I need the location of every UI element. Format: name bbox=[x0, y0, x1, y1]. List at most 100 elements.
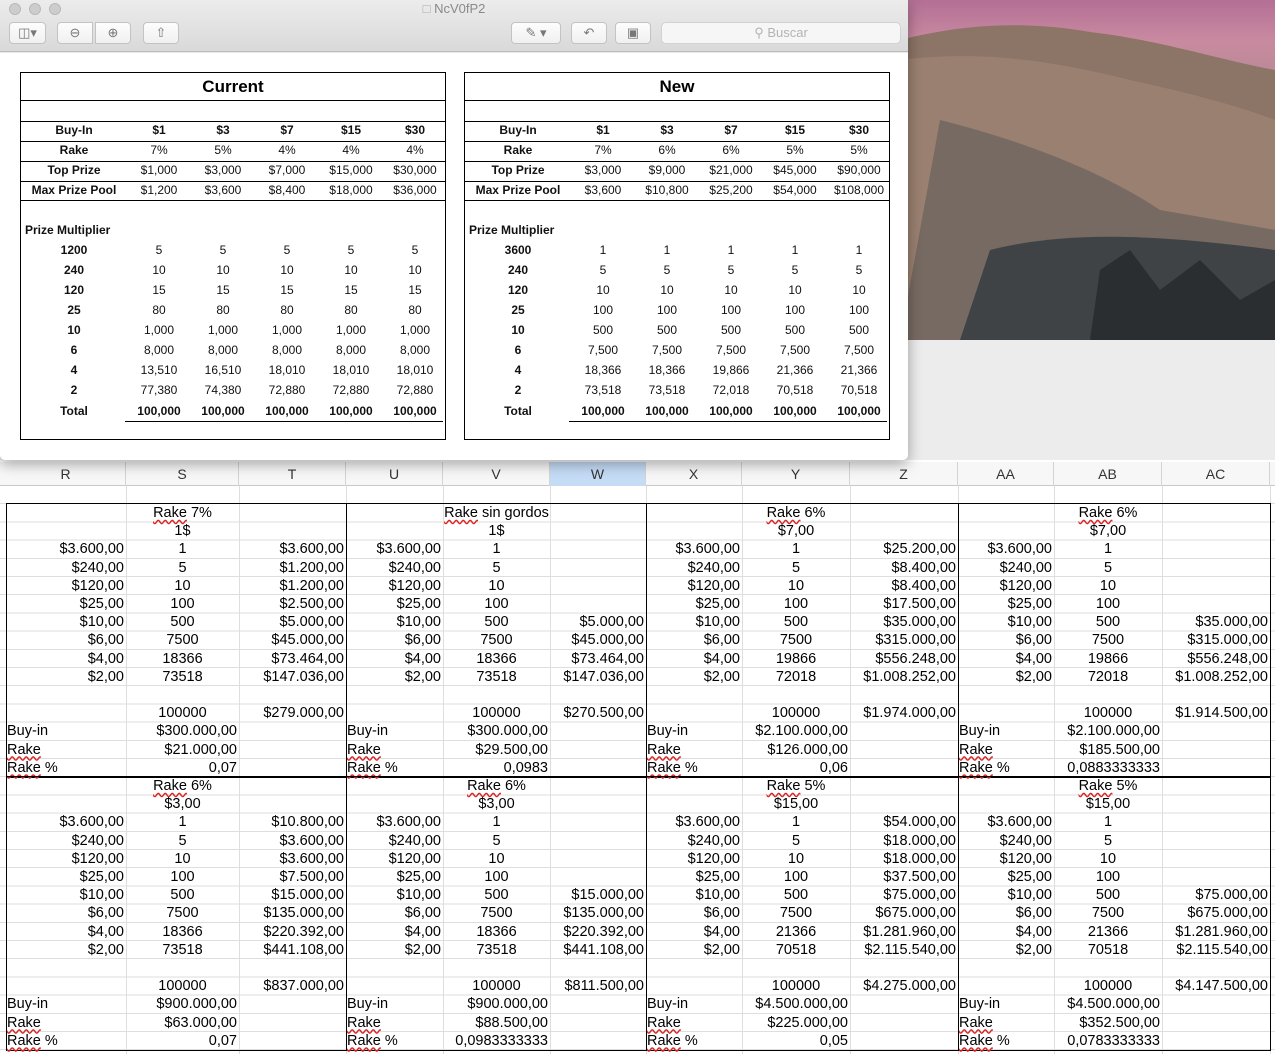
block-buyin: $15,00 bbox=[773, 796, 819, 813]
zoom-out-button[interactable]: ⊖ bbox=[57, 22, 93, 44]
table-cell: 5% bbox=[850, 143, 868, 157]
column-header-ab[interactable]: AB bbox=[1054, 462, 1162, 486]
multiplier-cell: 1,000 bbox=[399, 323, 431, 337]
title-word: Rake bbox=[766, 778, 801, 794]
multiplier-cell: 10 bbox=[408, 263, 422, 277]
zoom-in-button[interactable]: ⊕ bbox=[95, 22, 131, 44]
total-line bbox=[569, 421, 887, 422]
prize-value: $3.600,00 bbox=[675, 541, 740, 558]
winner-count: 10 bbox=[787, 850, 805, 867]
multiplier-cell: 500 bbox=[848, 323, 870, 337]
column-header-w[interactable]: W bbox=[550, 462, 646, 486]
total-count: 100000 bbox=[472, 978, 521, 995]
winner-count: 1 bbox=[492, 814, 501, 831]
zoom-in-icon: ⊕ bbox=[107, 25, 119, 40]
winner-count: 18366 bbox=[476, 923, 517, 940]
title-word: Rake bbox=[1078, 778, 1113, 794]
winner-count: 1 bbox=[1103, 814, 1113, 831]
column-header-aa[interactable]: AA bbox=[958, 462, 1054, 486]
multiplier-cell: 8,000 bbox=[399, 343, 431, 357]
buyin-total: $300.000,00 bbox=[467, 723, 548, 740]
preview-window[interactable]: □ NcV0fP2 ◫▾ ⊖ ⊕ ⇧ ✎ ▾ ↶ ▣ ⚲ Buscar Curr… bbox=[0, 0, 908, 460]
sidebar-toggle-button[interactable]: ◫▾ bbox=[9, 22, 46, 44]
rotate-button[interactable]: ↶ bbox=[571, 22, 607, 44]
payout-value: $135.000,00 bbox=[563, 905, 644, 922]
title-bar[interactable]: □ NcV0fP2 ◫▾ ⊖ ⊕ ⇧ ✎ ▾ ↶ ▣ ⚲ Buscar bbox=[0, 0, 908, 52]
block-title: Rake 5% bbox=[1054, 777, 1162, 795]
document-page: Current Buy-In $1 $3 $7 $15 $30 Rake 7% 5% 4% 4% 4% T… bbox=[0, 53, 908, 460]
total-payout: $270.500,00 bbox=[563, 705, 644, 722]
column-header-z[interactable]: Z bbox=[850, 462, 958, 486]
rake-label: Rake bbox=[647, 741, 681, 758]
rake-label: Rake bbox=[959, 741, 993, 758]
prize-value: $4,00 bbox=[1015, 923, 1052, 940]
prize-value: $4,00 bbox=[404, 923, 441, 940]
winner-count: 5 bbox=[492, 559, 501, 576]
winner-count: 500 bbox=[484, 614, 509, 631]
multiplier-cell: 18,010 bbox=[396, 363, 434, 377]
prize-value: $4,00 bbox=[1015, 650, 1052, 667]
prize-value: $10,00 bbox=[695, 614, 740, 631]
rake-value: $225.000,00 bbox=[767, 1014, 848, 1031]
title-rest: 6% bbox=[500, 778, 526, 794]
row-line bbox=[21, 181, 445, 182]
winner-count: 10 bbox=[488, 577, 505, 594]
multiplier-cell: 21,366 bbox=[840, 363, 878, 377]
winner-count: 100 bbox=[1095, 596, 1121, 612]
winner-count: 72018 bbox=[1087, 668, 1129, 685]
rake-pct-value: 0,06 bbox=[819, 759, 848, 776]
total-count: 100000 bbox=[771, 978, 821, 995]
prize-value: $6,00 bbox=[87, 905, 124, 922]
spreadsheet[interactable]: R S T U V W X Y Z AA AB AC Rake 7% 1$ $3.600,00 1 $3.60… bbox=[0, 462, 1275, 1054]
title-word: Rake bbox=[153, 505, 187, 521]
prize-value: $6,00 bbox=[703, 632, 740, 649]
title-word: Rake bbox=[467, 778, 501, 794]
row-line bbox=[465, 161, 889, 162]
prize-value: $240,00 bbox=[999, 832, 1052, 849]
prize-value: $120,00 bbox=[999, 850, 1052, 867]
rake-label: Rake bbox=[7, 741, 41, 758]
prize-value: $3.600,00 bbox=[987, 814, 1052, 831]
column-header-x[interactable]: X bbox=[646, 462, 742, 486]
column-header-ac[interactable]: AC bbox=[1162, 462, 1270, 486]
winner-count: 500 bbox=[783, 887, 809, 904]
block-buyin: $3,00 bbox=[164, 796, 201, 813]
winner-count: 500 bbox=[1095, 887, 1121, 904]
prize-value: $120,00 bbox=[687, 850, 740, 867]
winner-count: 7500 bbox=[166, 905, 199, 922]
buyin-label: Buy-in bbox=[347, 723, 389, 740]
prize-value: $120,00 bbox=[999, 577, 1052, 594]
rake-word: Rake bbox=[347, 1032, 381, 1049]
share-button[interactable]: ⇧ bbox=[143, 22, 179, 44]
prize-value: $3.600,00 bbox=[987, 541, 1052, 558]
prize-value: $240,00 bbox=[687, 559, 740, 576]
column-header-v[interactable]: V bbox=[443, 462, 550, 486]
prize-value: $6,00 bbox=[404, 632, 441, 649]
multiplier-cell: 80 bbox=[408, 303, 422, 317]
divider bbox=[465, 200, 889, 201]
buyin-total: $4.500.000,00 bbox=[755, 996, 848, 1013]
column-header-r[interactable]: R bbox=[6, 462, 126, 486]
toolbox-button[interactable]: ▣ bbox=[615, 22, 651, 44]
table-cell: $90,000 bbox=[837, 163, 881, 177]
column-header-s[interactable]: S bbox=[126, 462, 239, 486]
markup-button[interactable]: ✎ ▾ bbox=[511, 22, 561, 44]
payout-value: $2.115.540,00 bbox=[864, 941, 956, 958]
prize-value: $240,00 bbox=[71, 832, 124, 849]
winner-count: 500 bbox=[170, 887, 195, 904]
multiplier-cell: 7,500 bbox=[843, 343, 875, 357]
winner-count: 5 bbox=[791, 559, 801, 576]
rake-word: Rake bbox=[7, 1032, 41, 1049]
title-word: Rake bbox=[444, 505, 478, 521]
search-field[interactable]: ⚲ Buscar bbox=[661, 22, 901, 44]
column-header-y[interactable]: Y bbox=[742, 462, 850, 486]
column-header-u[interactable]: U bbox=[346, 462, 443, 486]
winner-count: 500 bbox=[484, 887, 509, 904]
winner-count: 7500 bbox=[480, 632, 513, 649]
prize-value: $6,00 bbox=[1015, 905, 1052, 922]
column-header-t[interactable]: T bbox=[239, 462, 346, 486]
rake-label: Rake bbox=[647, 1014, 681, 1031]
table-cell: $36,000 bbox=[393, 183, 437, 197]
winner-count: 10 bbox=[488, 850, 505, 867]
winner-count: 7500 bbox=[1091, 632, 1125, 649]
